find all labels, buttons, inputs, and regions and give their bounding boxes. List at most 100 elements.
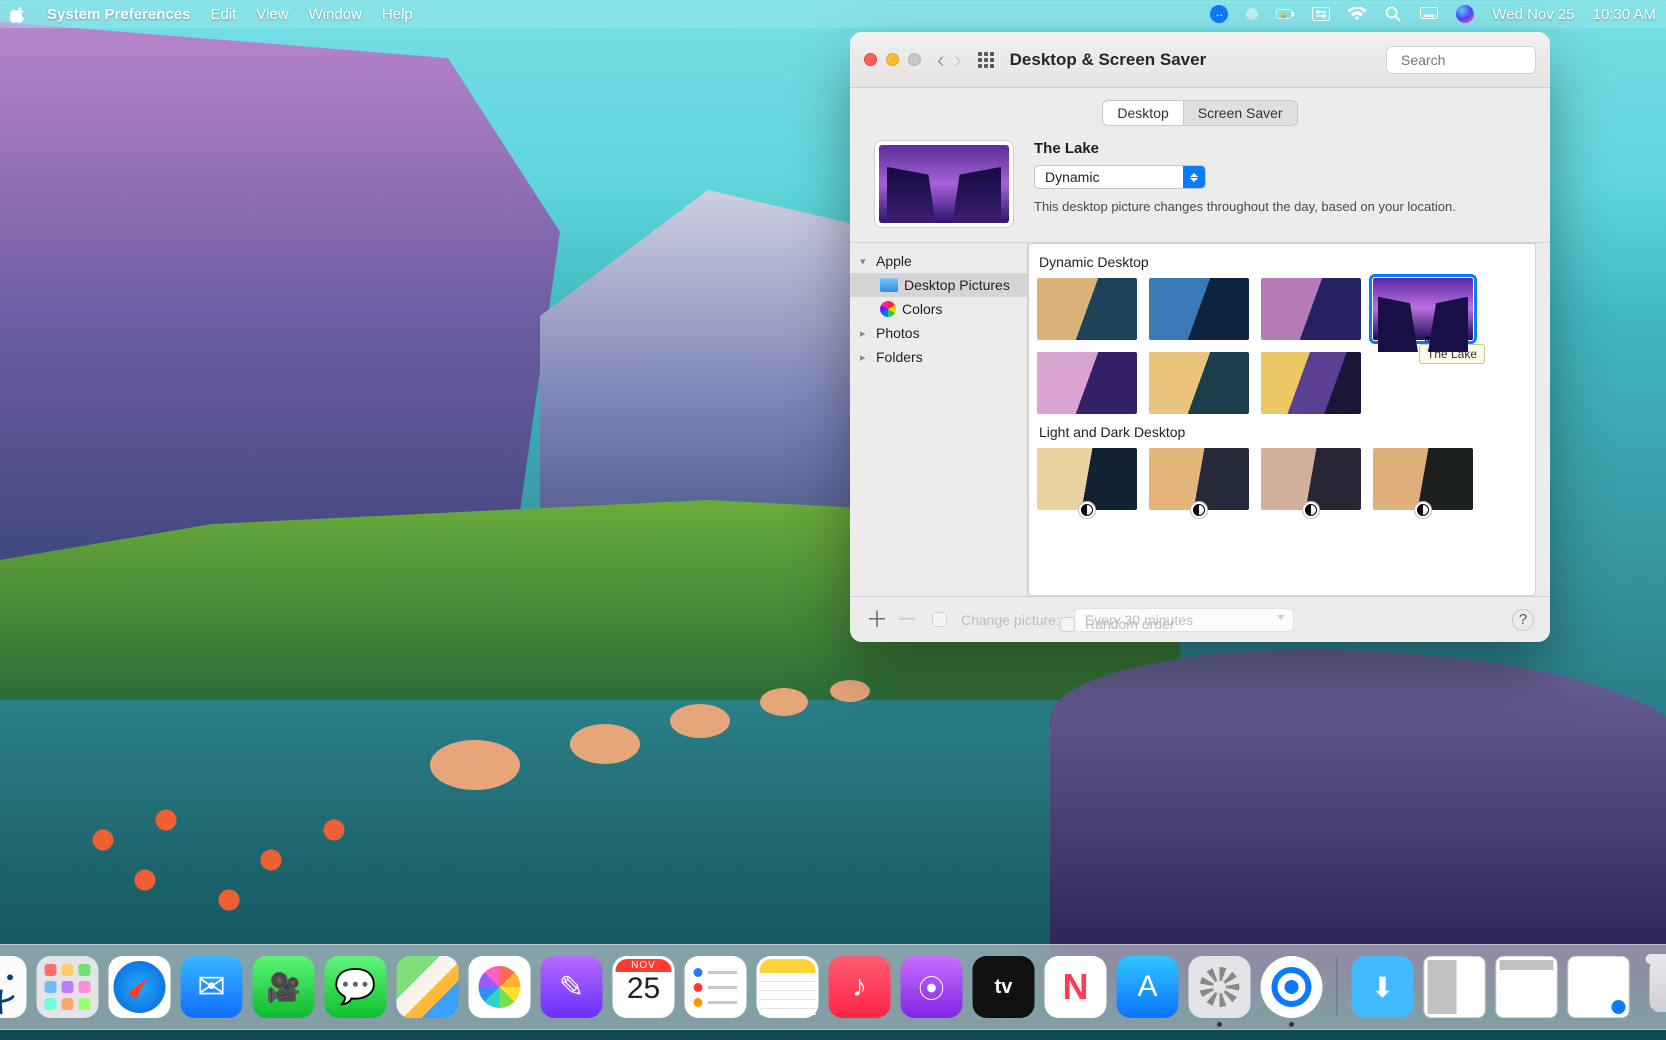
search-field[interactable] <box>1386 46 1536 74</box>
appearance-badge-icon <box>1302 501 1320 519</box>
add-folder-button[interactable]: ＋ <box>866 609 888 631</box>
dock-app-finder[interactable] <box>0 956 27 1018</box>
dock-app-feedback[interactable]: ✎ <box>541 956 603 1018</box>
battery-icon[interactable]: ⚡ <box>1276 7 1294 21</box>
search-input[interactable] <box>1401 52 1550 68</box>
spotlight-icon[interactable] <box>1384 7 1402 21</box>
zoom-button[interactable] <box>908 53 921 66</box>
sidebar-group-label: Photos <box>876 325 920 341</box>
forward-button[interactable]: › <box>954 47 961 73</box>
sidebar-group-apple[interactable]: ▾ Apple <box>850 249 1027 273</box>
menu-window[interactable]: Window <box>309 6 362 23</box>
apple-menu-icon[interactable] <box>10 6 27 23</box>
close-button[interactable] <box>864 53 877 66</box>
sidebar-group-label: Folders <box>876 349 923 365</box>
disclosure-triangle-icon: ▾ <box>860 255 870 268</box>
dock-app-music[interactable]: ♪ <box>829 956 891 1018</box>
section-title: Dynamic Desktop <box>1039 254 1525 270</box>
change-picture-checkbox[interactable] <box>932 612 947 627</box>
window-controls <box>864 53 921 66</box>
wallpaper-mode-select[interactable]: Dynamic <box>1034 165 1206 189</box>
teamviewer-status-icon[interactable]: ↔ <box>1210 5 1228 23</box>
dock-app-tv[interactable]: tv <box>973 956 1035 1018</box>
thumb-solar[interactable] <box>1261 352 1361 414</box>
dock-app-messages[interactable]: 💬 <box>325 956 387 1018</box>
random-order-label: Random order <box>1085 616 1175 632</box>
preferences-window: ‹ › Desktop & Screen Saver Desktop Scree… <box>850 32 1550 642</box>
window-title: Desktop & Screen Saver <box>1010 50 1207 70</box>
thumb-tooltip: The Lake <box>1419 344 1485 364</box>
thumb-the-cliffs[interactable] <box>1261 278 1361 340</box>
wallpaper-mode-value: Dynamic <box>1045 169 1175 185</box>
dock-minimized-window-1[interactable] <box>1424 956 1486 1018</box>
thumb-catalina[interactable] <box>1149 278 1249 340</box>
show-all-button[interactable] <box>978 52 994 68</box>
dock-app-mail[interactable]: ✉︎ <box>181 956 243 1018</box>
sidebar-item-colors[interactable]: Colors <box>850 297 1027 321</box>
dock-app-launchpad[interactable] <box>37 956 99 1018</box>
wifi-icon[interactable] <box>1348 7 1366 21</box>
dock-stack-downloads[interactable]: ⬇ <box>1352 956 1414 1018</box>
keyboard-input-icon[interactable] <box>1420 7 1438 21</box>
minimize-button[interactable] <box>886 53 899 66</box>
control-center-icon[interactable] <box>1312 7 1330 21</box>
source-sidebar: ▾ Apple Desktop Pictures Colors ▸ Photos… <box>850 243 1028 596</box>
dock-app-system-preferences[interactable] <box>1189 956 1251 1018</box>
sidebar-item-desktop-pictures[interactable]: Desktop Pictures <box>850 273 1027 297</box>
menubar-time[interactable]: 10:30 AM <box>1593 6 1656 23</box>
app-menu[interactable]: System Preferences <box>47 6 190 23</box>
sidebar-item-label: Desktop Pictures <box>904 277 1010 293</box>
dock-app-reminders[interactable] <box>685 956 747 1018</box>
menubar: System Preferences Edit View Window Help… <box>0 0 1666 28</box>
calendar-day: 25 <box>627 972 660 1006</box>
disclosure-triangle-icon: ▸ <box>860 351 870 364</box>
thumb-the-desert[interactable] <box>1037 352 1137 414</box>
thumb-light-dark-3[interactable] <box>1261 448 1361 510</box>
dock-minimized-window-2[interactable] <box>1496 956 1558 1018</box>
dock-app-calendar[interactable]: NOV 25 <box>613 956 675 1018</box>
thumb-the-beach[interactable] <box>1149 352 1249 414</box>
dock-trash[interactable] <box>1640 956 1666 1018</box>
dock-minimized-window-3[interactable] <box>1568 956 1630 1018</box>
dock-app-maps[interactable] <box>397 956 459 1018</box>
thumb-light-dark-1[interactable] <box>1037 448 1137 510</box>
appearance-badge-icon <box>1078 501 1096 519</box>
remove-folder-button[interactable]: － <box>896 609 918 631</box>
sidebar-group-folders[interactable]: ▸ Folders <box>850 345 1027 369</box>
thumb-light-dark-2[interactable] <box>1149 448 1249 510</box>
status-dot-icon[interactable] <box>1246 8 1258 20</box>
back-button[interactable]: ‹ <box>937 47 944 73</box>
window-toolbar: ‹ › Desktop & Screen Saver <box>850 32 1550 88</box>
thumb-light-dark-4[interactable] <box>1373 448 1473 510</box>
dock-app-safari[interactable] <box>109 956 171 1018</box>
menubar-date[interactable]: Wed Nov 25 <box>1492 6 1574 23</box>
dock-app-facetime[interactable]: 🎥 <box>253 956 315 1018</box>
dock: ✉︎ 🎥 💬 ✎ NOV 25 ♪ ⦿ tv N A ⬇ <box>0 944 1666 1030</box>
dock-app-photos[interactable] <box>469 956 531 1018</box>
menu-help[interactable]: Help <box>382 6 413 23</box>
random-order-checkbox[interactable] <box>1060 617 1075 632</box>
sidebar-item-label: Colors <box>902 301 942 317</box>
siri-icon[interactable] <box>1456 5 1474 23</box>
dock-app-teamviewer[interactable] <box>1261 956 1323 1018</box>
appearance-badge-icon <box>1414 501 1432 519</box>
tab-desktop[interactable]: Desktop <box>1103 101 1183 125</box>
wallpaper-name: The Lake <box>1034 140 1526 157</box>
color-wheel-icon <box>880 301 896 317</box>
dock-app-appstore[interactable]: A <box>1117 956 1179 1018</box>
tab-screensaver[interactable]: Screen Saver <box>1184 101 1297 125</box>
dock-app-notes[interactable] <box>757 956 819 1018</box>
thumb-big-sur[interactable] <box>1037 278 1137 340</box>
disclosure-triangle-icon: ▸ <box>860 327 870 340</box>
change-picture-label: Change picture: <box>961 612 1060 628</box>
menu-view[interactable]: View <box>256 6 288 23</box>
folder-icon <box>880 278 898 292</box>
dock-app-news[interactable]: N <box>1045 956 1107 1018</box>
bottom-bar: ＋ － Change picture: Every 30 minutes ? <box>850 596 1550 642</box>
calendar-month: NOV <box>616 959 672 972</box>
sidebar-group-photos[interactable]: ▸ Photos <box>850 321 1027 345</box>
help-button[interactable]: ? <box>1512 609 1534 631</box>
menu-edit[interactable]: Edit <box>210 6 236 23</box>
thumb-the-lake[interactable]: ↖ The Lake <box>1373 278 1473 340</box>
dock-app-podcasts[interactable]: ⦿ <box>901 956 963 1018</box>
